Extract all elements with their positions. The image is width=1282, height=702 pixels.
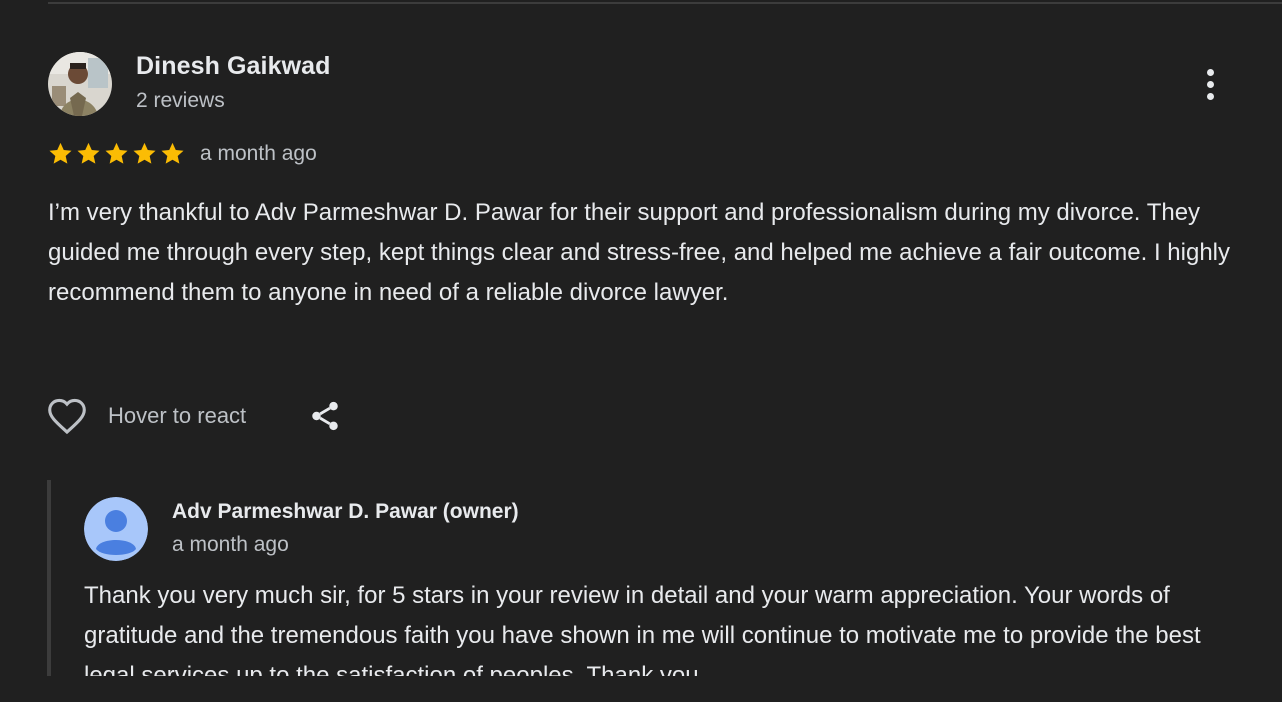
- reviewer-photo: [48, 52, 112, 116]
- reviewer-name[interactable]: Dinesh Gaikwad: [136, 52, 331, 81]
- reply-text-container: Thank you very much sir, for 5 stars in …: [84, 576, 1244, 676]
- reply-time: a month ago: [172, 533, 289, 556]
- review-time: a month ago: [200, 142, 317, 165]
- share-button[interactable]: [308, 396, 344, 436]
- review-text: I’m very thankful to Adv Parmeshwar D. P…: [48, 199, 1230, 306]
- star-icon: [49, 142, 72, 164]
- default-avatar-icon: [84, 497, 148, 561]
- star-icon: [133, 142, 156, 164]
- star-rating: [47, 140, 186, 167]
- more-vert-icon: [1206, 68, 1214, 100]
- heart-icon: [48, 398, 86, 435]
- star-icon: [161, 142, 184, 164]
- star-icon: [77, 142, 100, 164]
- review-actions: Hover to react: [46, 396, 344, 436]
- reply-indent-bar: [47, 480, 51, 676]
- owner-name[interactable]: Adv Parmeshwar D. Pawar (owner): [172, 500, 519, 524]
- react-label[interactable]: Hover to react: [108, 403, 246, 429]
- share-icon: [312, 401, 338, 431]
- reply-text: Thank you very much sir, for 5 stars in …: [84, 582, 1201, 676]
- reviewer-avatar[interactable]: [48, 52, 112, 116]
- divider: [48, 2, 1282, 4]
- react-button[interactable]: [46, 396, 88, 436]
- more-options-button[interactable]: [1192, 62, 1228, 106]
- review-panel: Dinesh Gaikwad 2 reviews a month ago I’m…: [0, 0, 1282, 702]
- reviewer-review-count[interactable]: 2 reviews: [136, 89, 225, 113]
- star-icon: [105, 142, 128, 164]
- owner-avatar[interactable]: [84, 497, 148, 561]
